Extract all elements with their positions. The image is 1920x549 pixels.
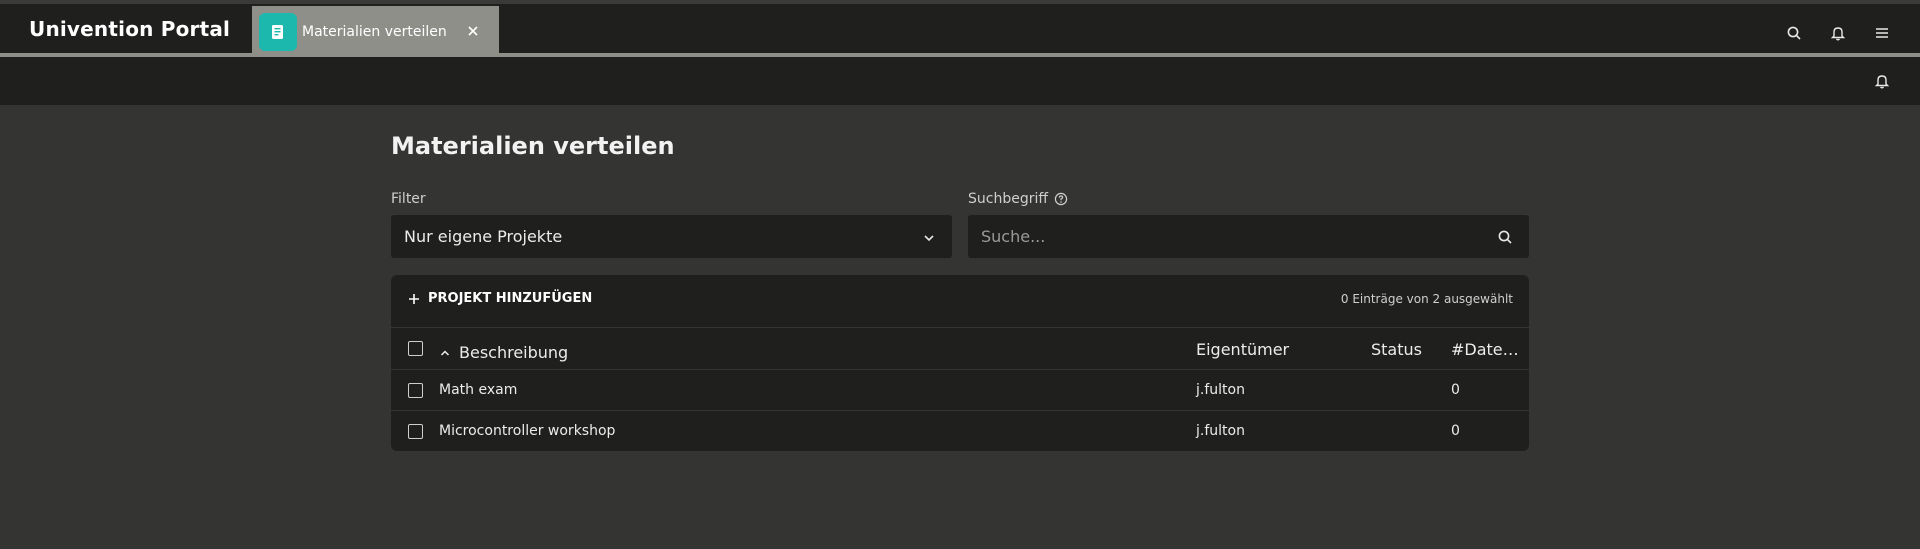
menu-icon[interactable]	[1870, 21, 1894, 45]
row-description: Math exam	[439, 382, 518, 398]
selection-info: 0 Einträge von 2 ausgewählt	[1340, 292, 1513, 306]
search-field[interactable]: Suche...	[968, 215, 1529, 258]
row-files: 0	[1451, 382, 1460, 398]
portal-header: Univention Portal Materialien verteilen	[0, 4, 1920, 57]
column-header-description: Beschreibung	[459, 343, 569, 362]
plus-icon	[409, 293, 419, 304]
filter-label: Filter	[391, 191, 426, 207]
table-row[interactable]: Math exam j.fulton 0	[391, 369, 1529, 411]
chevron-down-icon	[922, 230, 936, 249]
row-checkbox[interactable]	[408, 424, 423, 439]
tab-materialien-verteilen[interactable]: Materialien verteilen	[252, 6, 499, 57]
add-project-button[interactable]: PROJEKT HINZUFÜGEN	[408, 291, 592, 306]
column-header-status[interactable]: Status	[1371, 340, 1422, 359]
bell-icon[interactable]	[1826, 21, 1850, 45]
page-title: Materialien verteilen	[391, 132, 675, 160]
close-icon[interactable]	[463, 21, 483, 41]
select-all-checkbox[interactable]	[408, 341, 423, 356]
search-label-text: Suchbegriff	[968, 191, 1049, 207]
search-icon[interactable]	[1782, 21, 1806, 45]
row-checkbox[interactable]	[408, 383, 423, 398]
row-owner: j.fulton	[1196, 382, 1245, 398]
filter-value: Nur eigene Projekte	[404, 227, 563, 246]
filter-label-text: Filter	[391, 191, 426, 207]
table-row[interactable]: Microcontroller workshop j.fulton 0	[391, 410, 1529, 452]
row-description: Microcontroller workshop	[439, 423, 616, 439]
projects-table: PROJEKT HINZUFÜGEN 0 Einträge von 2 ausg…	[391, 275, 1529, 451]
add-project-label: PROJEKT HINZUFÜGEN	[428, 291, 593, 306]
sort-description-header[interactable]: Beschreibung	[439, 343, 568, 362]
chevron-up-icon	[440, 349, 450, 356]
column-header-files[interactable]: #Date…	[1451, 340, 1519, 359]
filter-select[interactable]: Nur eigene Projekte	[391, 215, 952, 258]
document-icon	[259, 12, 297, 51]
search-label: Suchbegriff	[968, 191, 1068, 207]
search-icon[interactable]	[1497, 229, 1513, 249]
column-header-owner[interactable]: Eigentümer	[1196, 340, 1289, 359]
row-files: 0	[1451, 423, 1460, 439]
search-input[interactable]: Suche...	[981, 227, 1045, 246]
row-owner: j.fulton	[1196, 423, 1245, 439]
help-icon[interactable]	[1054, 192, 1068, 206]
table-header-row: Beschreibung Eigentümer Status #Date…	[391, 327, 1529, 370]
portal-title[interactable]: Univention Portal	[29, 17, 230, 41]
sub-header	[0, 57, 1920, 105]
bell-icon[interactable]	[1870, 69, 1894, 93]
tab-label: Materialien verteilen	[302, 23, 447, 40]
